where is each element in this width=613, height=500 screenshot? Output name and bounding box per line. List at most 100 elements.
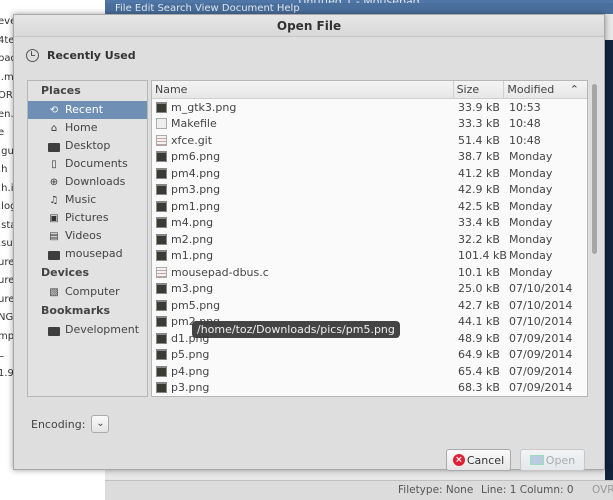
background-text-line: .h.i	[0, 182, 14, 194]
file-name-cell: p3.png	[152, 381, 455, 394]
file-name: pm3.png	[171, 183, 221, 197]
background-text-line: L	[0, 349, 4, 360]
file-name-cell: m_gtk3.png	[152, 101, 455, 114]
file-modified: 07/10/2014	[509, 315, 573, 329]
file-size: 64.9 kB	[458, 348, 500, 362]
sort-ascending-icon: ⌃	[569, 83, 579, 96]
sidebar-item-pictures[interactable]: ▣ Pictures	[28, 209, 147, 227]
file-row[interactable]: mousepad-dbus.c 10.1 kB Monday	[152, 264, 587, 281]
encoding-row: Encoding: ⌄	[31, 415, 110, 433]
file-row[interactable]: pm1.png 42.5 kB Monday	[152, 198, 587, 215]
file-row[interactable]: p5.png 64.9 kB 07/09/2014	[152, 347, 587, 364]
sidebar-item-desktop[interactable]: Desktop	[28, 137, 147, 155]
sidebar-item-home[interactable]: ⌂ Home	[28, 119, 147, 137]
file-name-cell: pm4.png	[152, 167, 455, 180]
file-row[interactable]: m4.png 33.4 kB Monday	[152, 215, 587, 232]
pictures-icon: ▣	[49, 212, 59, 224]
column-size[interactable]: Size	[454, 81, 505, 98]
file-name-cell: p5.png	[152, 348, 455, 361]
file-row[interactable]: m_gtk3.png 33.9 kB 10:53	[152, 99, 587, 116]
sidebar-item-music[interactable]: ♫ Music	[28, 191, 147, 209]
file-row[interactable]: m3.png 25.0 kB 07/10/2014	[152, 281, 587, 298]
file-modified: Monday	[509, 249, 553, 263]
scrollbar-thumb[interactable]	[592, 84, 597, 254]
file-size: 48.9 kB	[458, 331, 500, 345]
sidebar-item-label: Videos	[65, 229, 102, 242]
file-list-header: Name Size Modified ⌃	[152, 81, 587, 99]
file-modified: Monday	[509, 183, 553, 197]
file-name: xfce.git	[171, 133, 213, 147]
background-text-line: .h	[0, 164, 8, 175]
background-text-line: e	[0, 127, 5, 138]
text-file-icon	[156, 118, 167, 130]
places-section-title: Devices	[41, 266, 90, 279]
sidebar-item-label: Music	[65, 193, 97, 206]
open-file-dialog: Open File Recently Used Places ⟲ Recent ⌂ Ho…	[13, 14, 605, 471]
column-name[interactable]: Name	[152, 81, 454, 98]
path-tooltip: /home/toz/Downloads/pics/pm5.png	[192, 321, 400, 338]
file-size: 101.4 kB	[458, 249, 507, 263]
sidebar-item-documents[interactable]: ▯ Documents	[28, 155, 147, 173]
file-modified: 07/10/2014	[509, 282, 573, 296]
open-button[interactable]: Open	[520, 449, 585, 471]
file-name-cell: pm3.png	[152, 183, 455, 196]
file-name: m2.png	[171, 232, 214, 246]
background-text-line: 1.9	[0, 367, 14, 379]
cancel-button[interactable]: × Cancel	[446, 449, 511, 471]
source-file-icon	[156, 266, 167, 278]
file-name: pm5.png	[171, 298, 221, 312]
overwrite-status: OVR	[592, 484, 613, 496]
encoding-dropdown[interactable]: ⌄	[91, 415, 110, 433]
image-file-icon	[156, 283, 167, 295]
sidebar-item-label: Documents	[65, 157, 128, 170]
file-name-cell: pm6.png	[152, 150, 455, 163]
file-name-cell: m1.png	[152, 249, 455, 262]
column-modified[interactable]: Modified ⌃	[504, 81, 587, 98]
file-size: 33.3 kB	[458, 117, 500, 131]
sidebar-item-videos[interactable]: ▤ Videos	[28, 227, 147, 245]
file-name: pm6.png	[171, 150, 221, 164]
background-text-line: l.m	[0, 71, 14, 83]
folder-icon	[529, 455, 544, 465]
file-row[interactable]: pm3.png 42.9 kB Monday	[152, 182, 587, 199]
file-modified: 07/10/2014	[509, 298, 573, 312]
image-file-icon	[156, 332, 167, 344]
file-row[interactable]: p3.png 68.3 kB 07/09/2014	[152, 380, 587, 397]
sidebar-item-label: Computer	[65, 285, 120, 298]
file-row[interactable]: xfce.git 51.4 kB 10:48	[152, 132, 587, 149]
file-size: 10.1 kB	[458, 265, 500, 279]
file-row[interactable]: m1.png 101.4 kB Monday	[152, 248, 587, 265]
file-row[interactable]: pm5.png 42.7 kB 07/10/2014	[152, 297, 587, 314]
file-row[interactable]: pm4.png 41.2 kB Monday	[152, 165, 587, 182]
image-file-icon	[156, 316, 167, 328]
background-text-line: mp	[0, 330, 15, 342]
file-row[interactable]: Makefile 33.3 kB 10:48	[152, 116, 587, 133]
column-modified-label: Modified	[507, 83, 555, 96]
computer-icon: ▧	[49, 286, 59, 298]
places-sidebar: Places ⟲ Recent ⌂ Home Desktop ▯ Documents ⊕ Down…	[27, 80, 148, 397]
sidebar-item-label: Home	[65, 121, 98, 134]
file-row[interactable]: pm6.png 38.7 kB Monday	[152, 149, 587, 166]
file-size: 25.0 kB	[458, 282, 500, 296]
sidebar-item-computer[interactable]: ▧ Computer	[28, 283, 147, 301]
file-modified: 07/09/2014	[509, 331, 573, 345]
sidebar-item-mousepad[interactable]: mousepad	[28, 245, 147, 263]
image-file-icon	[156, 101, 167, 113]
file-list-scrollbar[interactable]	[590, 80, 599, 397]
sidebar-item-label: mousepad	[65, 247, 123, 260]
recent-icon	[26, 49, 39, 62]
cursor-position-status: Line: 1 Column: 0	[481, 484, 574, 496]
recent-icon: ⟲	[49, 104, 59, 116]
sidebar-item-label: Downloads	[65, 175, 126, 188]
file-name: p5.png	[171, 348, 210, 362]
file-size: 44.1 kB	[458, 315, 500, 329]
image-file-icon	[156, 365, 167, 377]
folder-icon	[48, 326, 60, 336]
file-row[interactable]: p4.png 65.4 kB 07/09/2014	[152, 363, 587, 380]
sidebar-item-development[interactable]: Development	[28, 321, 147, 339]
sidebar-item-recent[interactable]: ⟲ Recent	[28, 101, 147, 119]
file-row[interactable]: m2.png 32.2 kB Monday	[152, 231, 587, 248]
sidebar-item-label: Recent	[65, 103, 104, 116]
sidebar-item-downloads[interactable]: ⊕ Downloads	[28, 173, 147, 191]
places-section-title: Bookmarks	[41, 304, 110, 317]
